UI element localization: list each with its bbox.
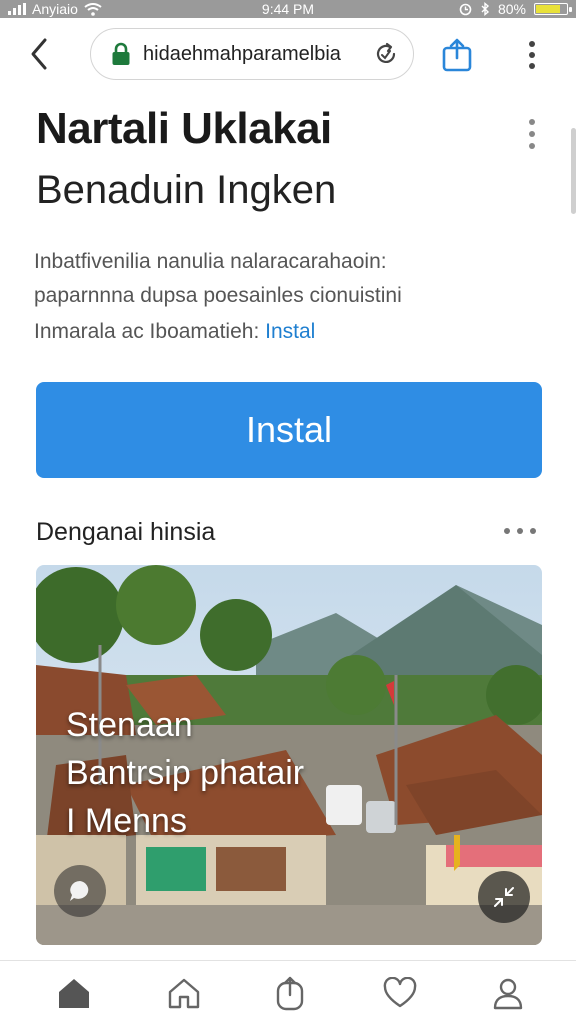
install-button[interactable]: Instal [36,382,542,478]
browser-toolbar: hidaehmahparamelbia [0,18,576,92]
caption-line-1: Stenaan [66,706,193,744]
profile-icon[interactable] [488,973,528,1013]
page-title: Nartali Uklakai [36,104,332,153]
lock-icon [111,42,131,71]
battery-fill [536,5,560,13]
description-line-2: paparnnna dupsa poesainles cionuistini [34,284,402,307]
url-text[interactable]: hidaehmahparamelbia [143,43,365,66]
page-subtitle: Benaduin Ingken [36,168,337,212]
heart-icon[interactable] [380,973,420,1013]
address-bar[interactable]: hidaehmahparamelbia [90,28,414,80]
battery-icon [534,3,572,15]
home-filled-icon[interactable] [54,973,94,1013]
status-right: 80% [459,0,572,18]
section-more-icon[interactable] [502,524,538,542]
status-bar: Anyiaio 9:44 PM 80% [0,0,576,18]
chat-bubble-button[interactable] [54,865,106,917]
scrollbar-thumb[interactable] [571,128,576,214]
chat-bubble-icon [70,881,89,901]
section-title: Denganai hinsia [36,518,216,546]
share-icon[interactable] [440,38,474,77]
bottom-tab-bar [0,960,576,1025]
caption-line-3: I Menns [66,802,187,840]
description-line-3-text: Inmarala ac Iboamatieh: [34,320,260,343]
battery-percent: 80% [497,1,526,17]
reload-icon[interactable] [373,41,399,72]
alarm-icon [459,3,472,15]
install-link[interactable]: Instal [265,320,315,343]
bluetooth-icon [481,2,490,16]
village-photo[interactable]: Stenaan Bantrsip phatair I Menns [36,565,542,945]
expand-button[interactable] [478,871,530,923]
expand-icon [494,887,514,907]
chevron-left-icon[interactable] [22,36,58,72]
description-line-3: Inmarala ac Iboamatieh: Instal [34,320,315,344]
photo-caption: Stenaan Bantrsip phatair I Menns [66,701,304,845]
title-more-icon[interactable] [524,118,540,157]
share-outline-icon[interactable] [270,973,310,1013]
home-outline-icon[interactable] [164,973,204,1013]
more-options-icon[interactable] [522,40,542,75]
caption-line-2: Bantrsip phatair [66,754,305,792]
description-line-1: Inbatfivenilia nanulia nalaracarahaoin: [34,250,387,273]
